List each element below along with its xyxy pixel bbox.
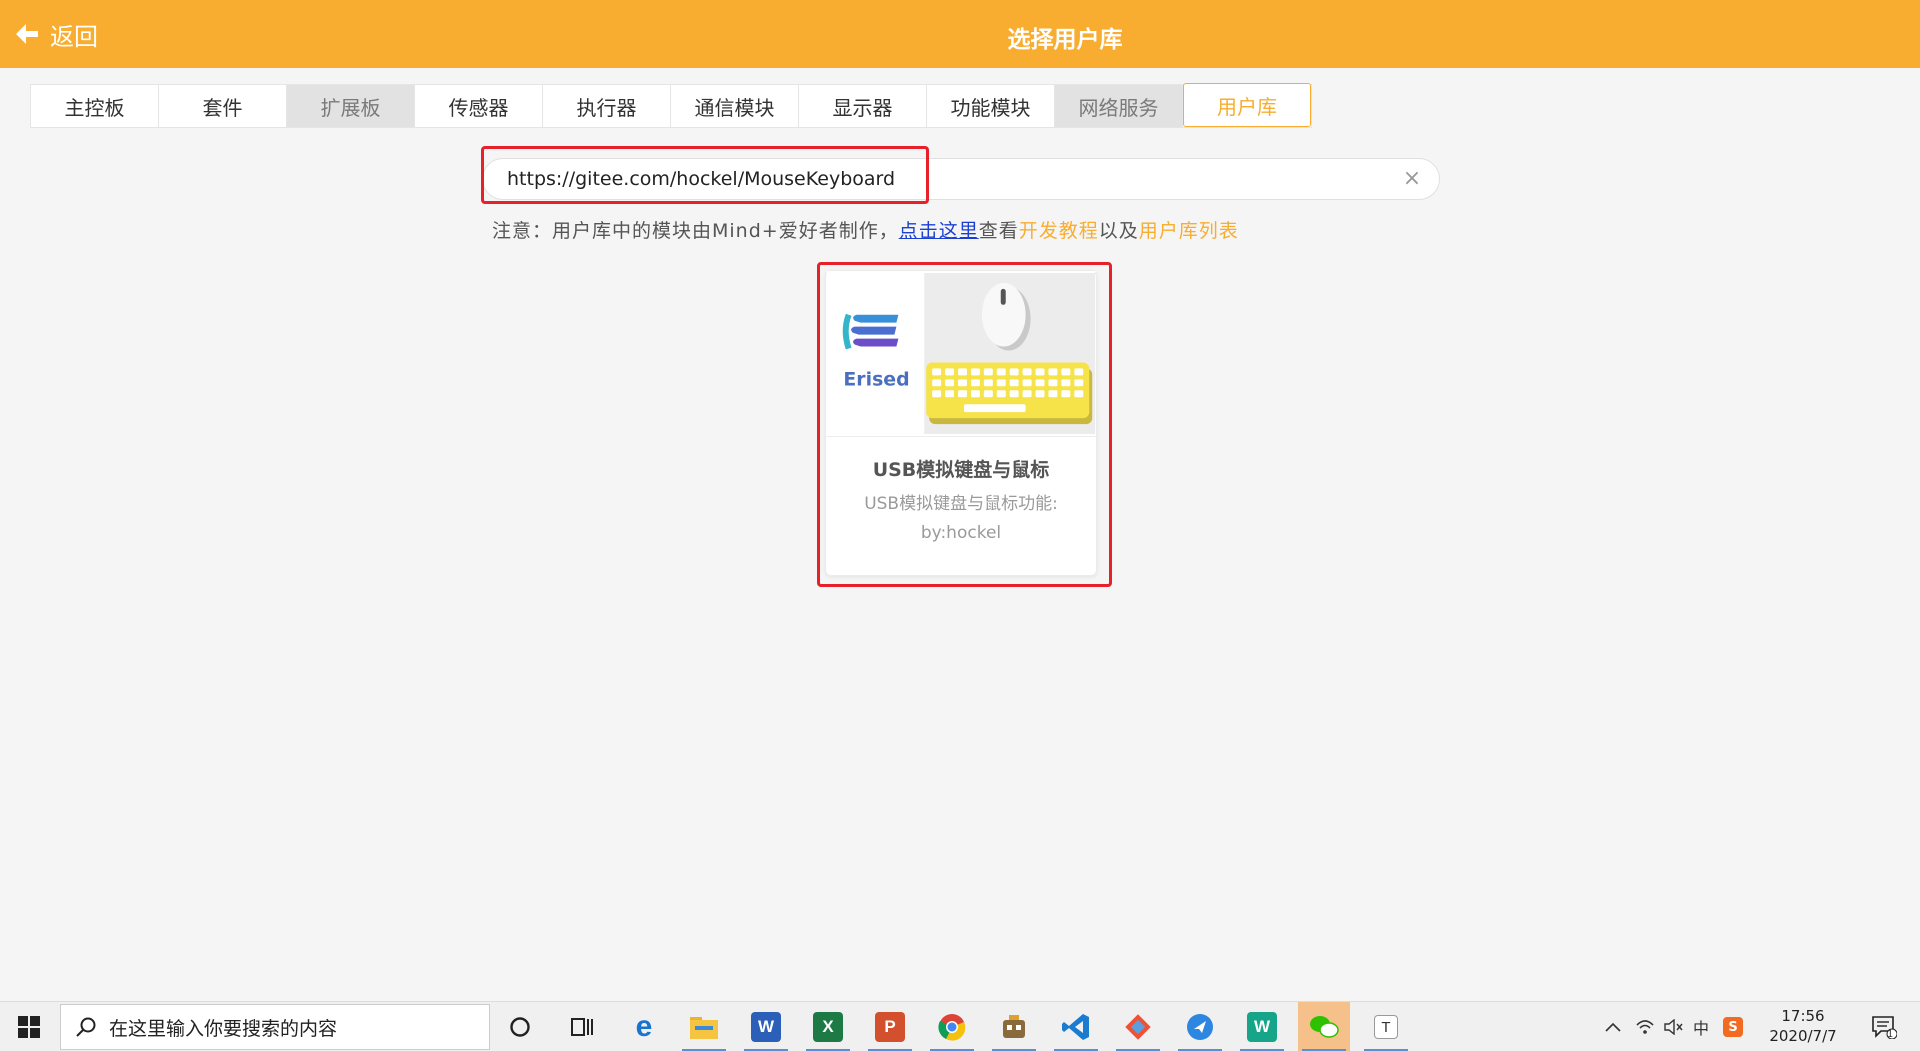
clock-time: 17:56: [1781, 1007, 1825, 1025]
library-card-title: USB模拟键盘与鼠标: [872, 459, 1050, 481]
notification-count: 1: [1887, 1029, 1894, 1040]
wechat-icon[interactable]: [1298, 1002, 1350, 1051]
cortana-icon[interactable]: [494, 1002, 546, 1051]
wifi-icon[interactable]: [1632, 1002, 1658, 1051]
keyboard-key: [970, 368, 980, 376]
library-list-link[interactable]: 用户库列表: [1139, 220, 1239, 242]
library-card-image: Erised: [826, 271, 1096, 437]
keyboard-key: [996, 368, 1006, 376]
mindplus-icon[interactable]: [988, 1002, 1040, 1051]
keyboard-icon: [926, 362, 1093, 425]
library-card[interactable]: Erised USB模拟键盘与鼠标 USB模拟键盘与鼠标功能: by:hocke…: [825, 270, 1097, 576]
click-here-link[interactable]: 点击这里: [899, 220, 979, 242]
keyboard-key: [1009, 368, 1019, 376]
keyboard-key: [996, 390, 1006, 398]
keyboard-key: [1061, 368, 1071, 376]
task-view-icon[interactable]: [556, 1002, 608, 1051]
user-library-note: 注意：用户库中的模块由Mind+爱好者制作，点击这里查看开发教程以及用户库列表: [492, 216, 1239, 243]
keyboard-key: [1035, 379, 1045, 387]
keyboard-key: [932, 390, 942, 398]
note-middle-2: 以及: [1098, 220, 1139, 242]
keyboard-key: [932, 368, 942, 376]
note-prefix: 注意：用户库中的模块由Mind+爱好者制作，: [492, 220, 899, 242]
keyboard-key: [983, 368, 993, 376]
tab-function-modules[interactable]: 功能模块: [927, 85, 1055, 127]
keyboard-key: [1035, 390, 1045, 398]
keyboard-key: [1009, 379, 1019, 387]
tab-actuators[interactable]: 执行器: [543, 85, 671, 127]
tab-main-board[interactable]: 主控板: [31, 85, 159, 127]
clock-date: 2020/7/7: [1769, 1027, 1837, 1045]
keyboard-key: [1022, 368, 1032, 376]
sogou-input-icon[interactable]: S: [1718, 1002, 1748, 1051]
keyboard-key: [1022, 379, 1032, 387]
library-url-input[interactable]: [507, 159, 1367, 199]
system-clock[interactable]: 17:56 2020/7/7: [1758, 1006, 1848, 1046]
tab-network-services[interactable]: 网络服务: [1055, 85, 1183, 127]
chevron-up-icon[interactable]: [1600, 1002, 1626, 1051]
tab-user-library[interactable]: 用户库: [1183, 83, 1311, 127]
tab-communication[interactable]: 通信模块: [671, 85, 799, 127]
edge-icon[interactable]: e: [618, 1002, 670, 1051]
chrome-icon[interactable]: [926, 1002, 978, 1051]
ime-indicator[interactable]: 中: [1688, 1002, 1714, 1051]
close-icon[interactable]: ×: [1401, 168, 1423, 190]
feishu-icon[interactable]: [1174, 1002, 1226, 1051]
excel-icon[interactable]: X: [802, 1002, 854, 1051]
keyboard-key: [996, 379, 1006, 387]
tab-kits[interactable]: 套件: [159, 85, 287, 127]
keyboard-key: [932, 379, 942, 387]
keyboard-key: [945, 368, 955, 376]
page-title: 选择用户库: [1007, 27, 1123, 53]
keyboard-key: [1061, 390, 1071, 398]
keyboard-key: [1048, 368, 1058, 376]
library-search-box: ×: [482, 158, 1440, 200]
taskbar-search-placeholder: 在这里输入你要搜索的内容: [109, 1017, 338, 1040]
keyboard-key: [970, 379, 980, 387]
keyboard-key: [958, 368, 967, 376]
windows-logo-icon: [18, 1016, 40, 1038]
keyboard-key: [1061, 379, 1071, 387]
keyboard-key: [1048, 379, 1058, 387]
tab-displays[interactable]: 显示器: [799, 85, 927, 127]
keyboard-key: [1074, 390, 1084, 398]
taskbar-search-box[interactable]: 在这里输入你要搜索的内容: [60, 1004, 490, 1050]
powerpoint-icon[interactable]: P: [864, 1002, 916, 1051]
library-card-author: by:hockel: [920, 523, 1002, 543]
keyboard-key: [958, 379, 967, 387]
file-explorer-icon[interactable]: [678, 1002, 730, 1051]
word-icon[interactable]: W: [740, 1002, 792, 1051]
typora-icon[interactable]: T: [1360, 1002, 1412, 1051]
volume-muted-icon[interactable]: [1660, 1002, 1686, 1051]
windows-taskbar: 在这里输入你要搜索的内容 e W X P W T 中 S 17:56 2020/…: [0, 1001, 1920, 1051]
keyboard-key: [1074, 379, 1084, 387]
library-card-description: USB模拟键盘与鼠标功能:: [864, 494, 1058, 514]
keyboard-key: [1022, 390, 1032, 398]
keyboard-key: [1035, 368, 1045, 376]
note-middle-1: 查看: [978, 220, 1019, 242]
category-tabs: 主控板 套件 扩展板 传感器 执行器 通信模块 显示器 功能模块 网络服务 用户…: [30, 83, 1312, 128]
start-button[interactable]: [0, 1002, 58, 1051]
keyboard-key: [970, 390, 980, 398]
keyboard-key: [1009, 390, 1019, 398]
tab-expansion-board[interactable]: 扩展板: [287, 85, 415, 127]
vscode-icon[interactable]: [1050, 1002, 1102, 1051]
tab-sensors[interactable]: 传感器: [415, 85, 543, 127]
logo-text: Erised: [843, 368, 909, 390]
notification-center-icon[interactable]: 1: [1864, 1002, 1904, 1051]
title-bar: 返回 选择用户库: [0, 0, 1920, 68]
keyboard-key: [1074, 368, 1084, 376]
keyboard-key: [945, 379, 955, 387]
keyboard-key: [958, 390, 967, 398]
keyboard-key: [983, 390, 993, 398]
dev-tutorial-link[interactable]: 开发教程: [1019, 220, 1099, 242]
keyboard-key: [945, 390, 955, 398]
search-icon: [76, 1017, 96, 1037]
wps-icon[interactable]: W: [1236, 1002, 1288, 1051]
git-icon[interactable]: [1112, 1002, 1164, 1051]
keyboard-key: [1048, 390, 1058, 398]
keyboard-key: [983, 379, 993, 387]
